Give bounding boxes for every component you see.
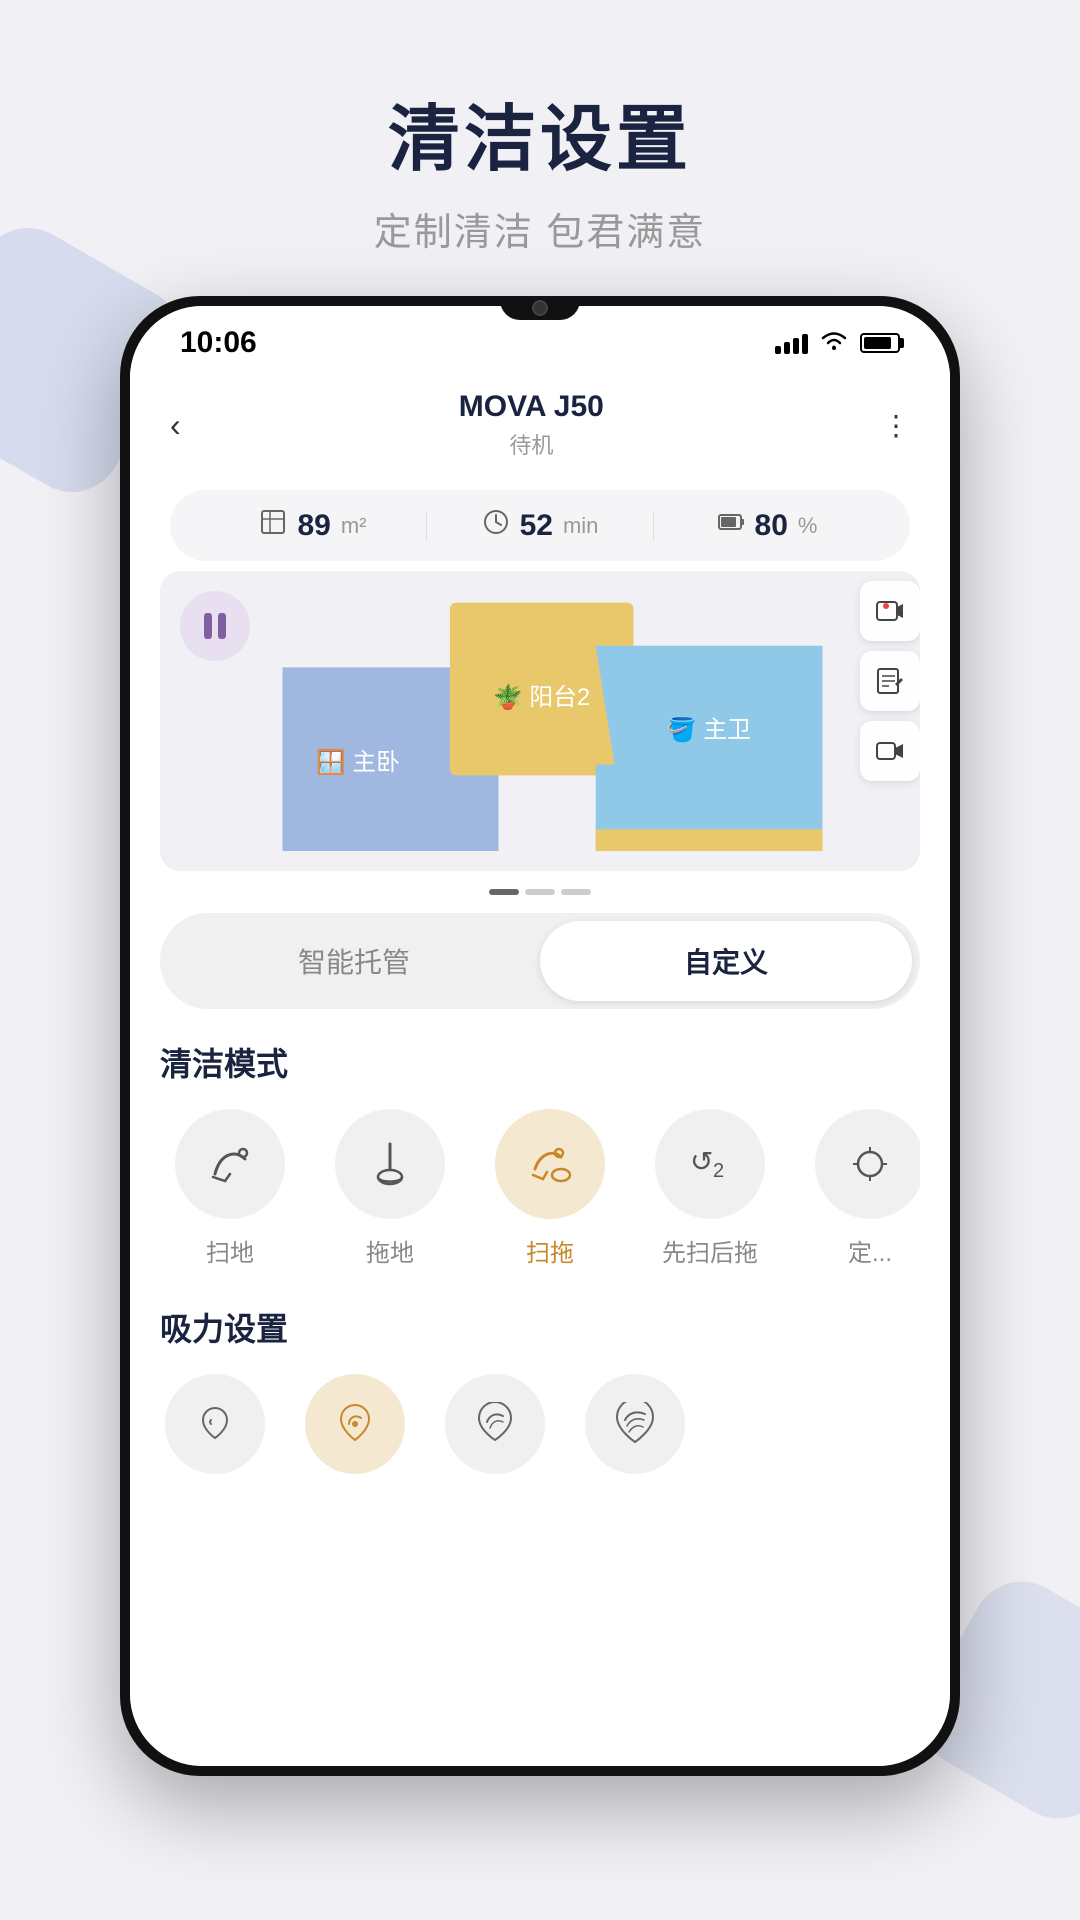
map-controls — [860, 581, 920, 781]
more-button[interactable]: ⋮ — [882, 409, 910, 442]
scroll-dot-2 — [525, 889, 555, 895]
suction-max[interactable] — [580, 1374, 690, 1474]
clean-mode-title: 清洁模式 — [160, 1039, 920, 1085]
time-icon — [482, 508, 510, 543]
sweep-mop-icon-circle — [495, 1109, 605, 1219]
floor-map: 🪟 主卧 🪴 阳台2 🪣 主卫 — [250, 581, 855, 851]
mode-sweep-mop[interactable]: 扫拖 — [480, 1109, 620, 1268]
area-value: 89 — [297, 509, 330, 543]
pause-bar-left — [204, 613, 212, 639]
stats-row: 89 m² 52 min — [170, 490, 910, 561]
top-nav: ‹ MOVA J50 待机 ⋮ — [130, 370, 950, 480]
standard-icon-circle — [305, 1374, 405, 1474]
pause-icon — [204, 613, 226, 639]
pause-button[interactable] — [180, 591, 250, 661]
device-info: MOVA J50 待机 — [459, 390, 604, 460]
phone-frame: 10:06 — [120, 296, 960, 1776]
stat-battery: 80 % — [654, 508, 880, 543]
svg-text:↺: ↺ — [690, 1146, 713, 1177]
status-icons — [775, 329, 900, 357]
suction-icons — [160, 1374, 920, 1474]
suction-strong[interactable] — [440, 1374, 550, 1474]
mode-sweep-then-mop[interactable]: ↺ 2 先扫后拖 — [640, 1109, 780, 1268]
time-value: 52 — [520, 509, 553, 543]
scroll-indicator — [130, 881, 950, 903]
mop-icon-circle — [335, 1109, 445, 1219]
stat-area: 89 m² — [200, 508, 426, 543]
signal-icon — [775, 332, 808, 354]
tab-custom[interactable]: 自定义 — [540, 921, 912, 1001]
scroll-dot-3 — [561, 889, 591, 895]
signal-bar-4 — [802, 334, 808, 354]
area-unit: m² — [341, 513, 367, 539]
notch — [500, 296, 580, 320]
custom-mode-icon-circle — [815, 1109, 920, 1219]
mop-label: 拖地 — [366, 1233, 414, 1268]
battery-icon — [860, 333, 900, 353]
mode-sweep[interactable]: 扫地 — [160, 1109, 300, 1268]
mode-mop[interactable]: 拖地 — [320, 1109, 460, 1268]
time-unit: min — [563, 513, 598, 539]
stat-time: 52 min — [427, 508, 653, 543]
battery-fill — [864, 337, 891, 349]
page-title: 清洁设置 — [374, 80, 707, 185]
suction-quiet[interactable] — [160, 1374, 270, 1474]
mode-custom[interactable]: 定... — [800, 1109, 920, 1268]
page-subtitle: 定制清洁 包君满意 — [374, 201, 707, 256]
custom-mode-label: 定... — [848, 1233, 892, 1268]
signal-bar-1 — [775, 346, 781, 354]
app-content: ‹ MOVA J50 待机 ⋮ 89 — [130, 370, 950, 1766]
tab-smart[interactable]: 智能托管 — [168, 921, 540, 1001]
sweep-icon-circle — [175, 1109, 285, 1219]
edit-map-button[interactable] — [860, 651, 920, 711]
battery-stat-icon — [717, 508, 745, 543]
svg-text:🪴 阳台2: 🪴 阳台2 — [493, 682, 590, 711]
video-button[interactable] — [860, 721, 920, 781]
back-button[interactable]: ‹ — [170, 407, 181, 444]
device-status: 待机 — [459, 428, 604, 460]
sweep-label: 扫地 — [206, 1233, 254, 1268]
signal-bar-2 — [784, 342, 790, 354]
status-time: 10:06 — [180, 326, 257, 360]
pause-bar-right — [218, 613, 226, 639]
sweep-then-mop-icon-circle: ↺ 2 — [655, 1109, 765, 1219]
front-camera — [532, 300, 548, 316]
suction-title: 吸力设置 — [160, 1304, 920, 1350]
svg-text:🪟 主卧: 🪟 主卧 — [316, 748, 400, 776]
svg-text:🪣 主卫: 🪣 主卫 — [667, 716, 751, 744]
battery-unit: % — [798, 513, 818, 539]
device-name: MOVA J50 — [459, 390, 604, 424]
phone-screen: 10:06 — [130, 306, 950, 1766]
quiet-icon-circle — [165, 1374, 265, 1474]
camera-record-button[interactable] — [860, 581, 920, 641]
sweep-mop-label: 扫拖 — [526, 1233, 574, 1268]
svg-text:2: 2 — [713, 1160, 724, 1182]
battery-value: 80 — [755, 509, 788, 543]
page-header: 清洁设置 定制清洁 包君满意 — [374, 80, 707, 256]
wifi-icon — [820, 329, 848, 357]
map-section: 🪟 主卧 🪴 阳台2 🪣 主卫 — [160, 571, 920, 871]
clean-mode-icons: 扫地 拖地 — [160, 1109, 920, 1268]
suction-standard[interactable] — [300, 1374, 410, 1474]
max-icon-circle — [585, 1374, 685, 1474]
clean-mode-section: 清洁模式 扫地 — [130, 1019, 950, 1268]
area-icon — [259, 508, 287, 543]
scroll-dot-1 — [489, 889, 519, 895]
strong-icon-circle — [445, 1374, 545, 1474]
mode-tabs: 智能托管 自定义 — [160, 913, 920, 1009]
suction-section: 吸力设置 — [130, 1284, 950, 1494]
sweep-then-mop-label: 先扫后拖 — [662, 1233, 758, 1268]
signal-bar-3 — [793, 338, 799, 354]
